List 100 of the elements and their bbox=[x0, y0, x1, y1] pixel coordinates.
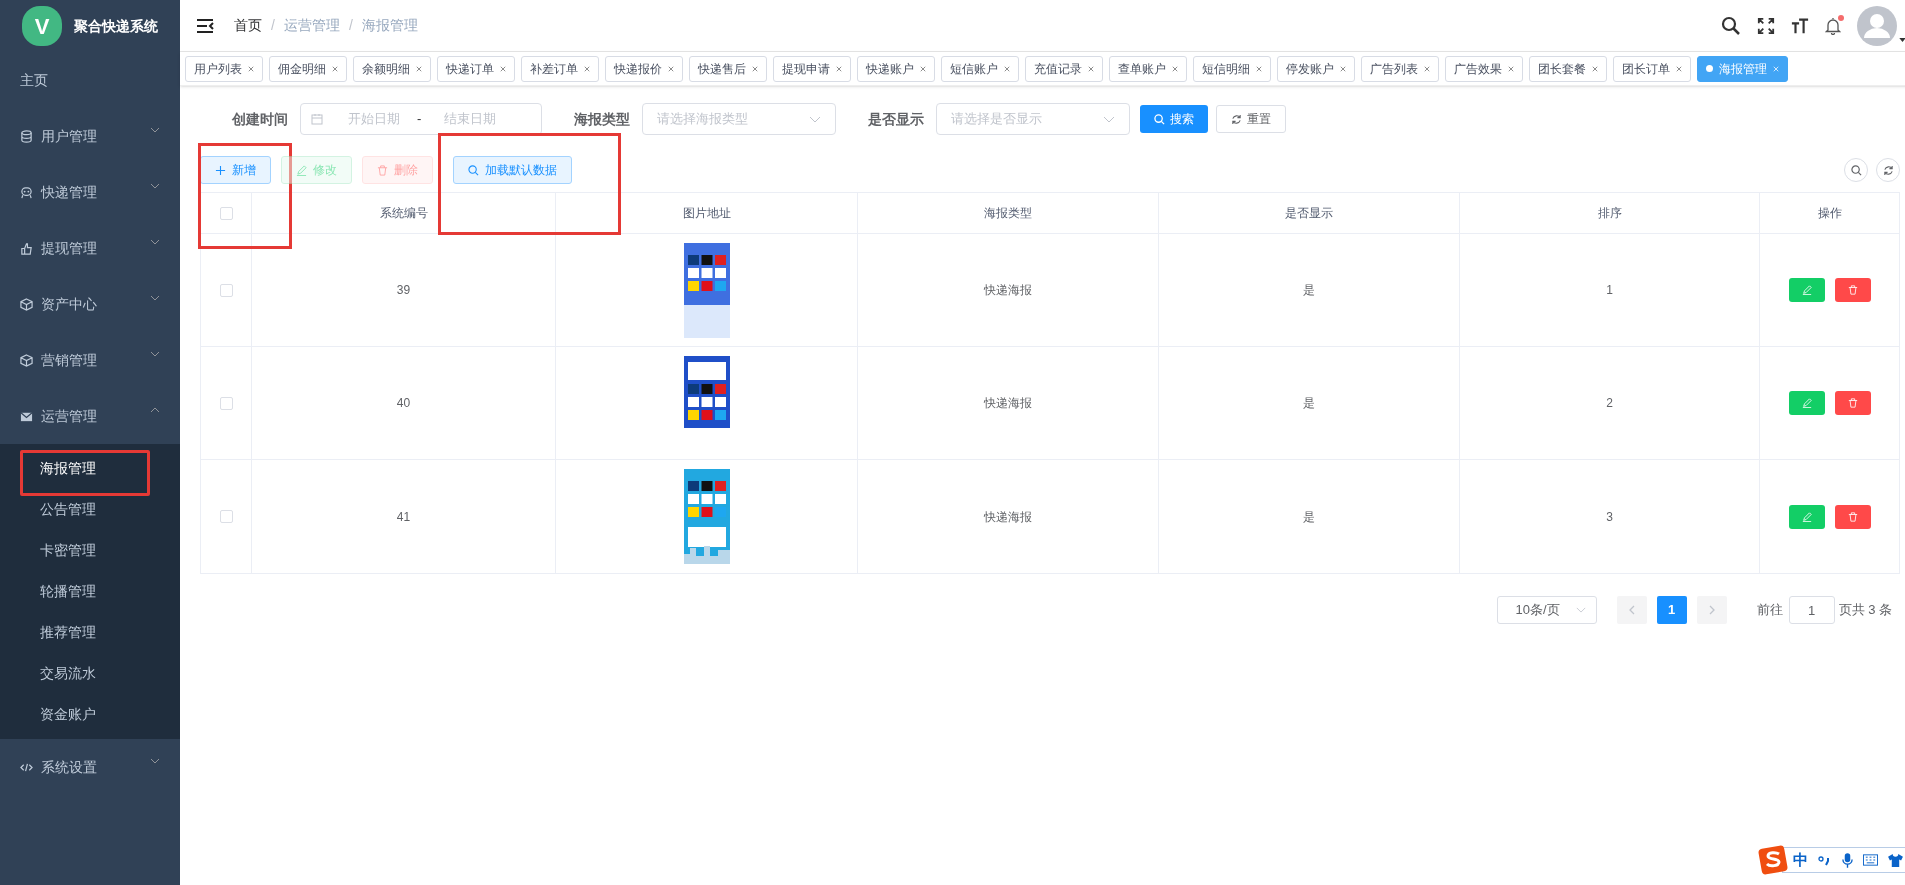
bell-icon[interactable] bbox=[1825, 16, 1841, 35]
sidebar-group[interactable]: 系统设置 bbox=[20, 739, 160, 795]
checkbox[interactable] bbox=[219, 206, 233, 220]
filter-label: 是否显示 bbox=[867, 109, 924, 129]
tab[interactable]: 补差订单 bbox=[521, 55, 599, 82]
menu-icon[interactable] bbox=[196, 17, 214, 34]
breadcrumb-item: 海报管理 bbox=[361, 16, 418, 35]
close-icon[interactable] bbox=[1676, 65, 1682, 72]
close-icon[interactable] bbox=[1508, 65, 1514, 72]
close-icon[interactable] bbox=[1256, 65, 1262, 72]
tab[interactable]: 佣金明细 bbox=[269, 55, 347, 82]
submenu-item[interactable]: 海报管理 bbox=[24, 450, 112, 487]
table-cell-text: 快递海报 bbox=[984, 282, 1032, 299]
tab[interactable]: 快递账户 bbox=[857, 55, 935, 82]
page-size-select[interactable]: 10条/页 bbox=[1496, 596, 1597, 624]
cube-icon bbox=[20, 297, 33, 311]
microphone-icon bbox=[1842, 852, 1853, 868]
checkbox[interactable] bbox=[219, 510, 233, 523]
total-label: 页共 3 条 bbox=[1838, 601, 1892, 620]
reset-button[interactable]: 重置 bbox=[1216, 105, 1286, 133]
punctuation-icon bbox=[1818, 854, 1832, 866]
tab[interactable]: 停发账户 bbox=[1277, 55, 1355, 82]
chevron-down-icon[interactable] bbox=[150, 351, 160, 357]
close-icon[interactable] bbox=[1340, 65, 1346, 72]
breadcrumb-item[interactable]: 首页 bbox=[234, 15, 262, 36]
checkbox[interactable] bbox=[219, 283, 233, 297]
tab[interactable]: 快递订单 bbox=[437, 55, 515, 82]
trash-icon bbox=[377, 164, 388, 176]
checkbox[interactable] bbox=[219, 396, 233, 410]
submenu-item[interactable]: 公告管理 bbox=[24, 491, 112, 528]
tab[interactable]: 余额明细 bbox=[353, 55, 431, 82]
trash-icon bbox=[1847, 511, 1858, 522]
font-size-icon[interactable] bbox=[1791, 16, 1809, 35]
edit-button[interactable] bbox=[1788, 391, 1825, 415]
delete-button[interactable] bbox=[1834, 391, 1871, 415]
chevron-down-icon[interactable] bbox=[150, 127, 160, 133]
submenu-item[interactable]: 轮播管理 bbox=[24, 573, 112, 610]
pencil-icon bbox=[296, 164, 307, 176]
fullscreen-icon[interactable] bbox=[1757, 16, 1775, 35]
table-cell-text: 3 bbox=[1606, 508, 1613, 526]
table-cell-text: 40 bbox=[396, 395, 411, 412]
chevron-down-icon[interactable] bbox=[150, 758, 160, 764]
sidebar-group[interactable]: 运营管理 bbox=[20, 388, 160, 444]
close-icon[interactable] bbox=[752, 65, 758, 72]
close-icon[interactable] bbox=[584, 65, 590, 72]
close-icon[interactable] bbox=[1172, 65, 1178, 72]
chevron-down-icon[interactable] bbox=[150, 239, 160, 245]
close-icon[interactable] bbox=[1424, 65, 1430, 72]
edit-button[interactable] bbox=[1788, 278, 1825, 302]
close-icon[interactable] bbox=[836, 65, 842, 72]
column-header: 海报类型 bbox=[984, 205, 1032, 222]
search-icon bbox=[1850, 164, 1862, 176]
column-header: 图片地址 bbox=[682, 205, 731, 222]
tab[interactable]: 广告效果 bbox=[1445, 55, 1523, 82]
submenu-item[interactable]: 交易流水 bbox=[24, 655, 112, 692]
date-range-field[interactable]: 开始日期 - 结束日期 bbox=[300, 103, 542, 135]
sidebar-item[interactable]: 主页 bbox=[0, 52, 180, 108]
page-input[interactable]: 1 bbox=[1788, 596, 1835, 624]
chevron-down-icon bbox=[1103, 115, 1115, 123]
tab[interactable]: 短信账户 bbox=[941, 55, 1019, 82]
close-icon[interactable] bbox=[668, 65, 674, 72]
sidebar-group[interactable]: 快递管理 bbox=[20, 164, 160, 220]
close-icon[interactable] bbox=[1088, 65, 1094, 72]
sidebar-group[interactable]: 资产中心 bbox=[20, 276, 160, 332]
keyboard-icon bbox=[1863, 854, 1878, 866]
close-icon[interactable] bbox=[920, 65, 926, 72]
sidebar-group[interactable]: 营销管理 bbox=[20, 332, 160, 388]
tab[interactable]: 团长订单 bbox=[1613, 55, 1691, 82]
close-icon[interactable] bbox=[248, 65, 254, 72]
refresh-icon bbox=[1882, 164, 1894, 176]
search-icon[interactable] bbox=[1721, 15, 1741, 36]
caret-icon[interactable] bbox=[1899, 37, 1905, 42]
close-icon[interactable] bbox=[1592, 65, 1598, 72]
chevron-down-icon[interactable] bbox=[150, 295, 160, 301]
delete-button[interactable] bbox=[1834, 504, 1871, 529]
tab[interactable]: 短信明细 bbox=[1193, 55, 1271, 82]
tab[interactable]: 快递售后 bbox=[689, 55, 767, 82]
close-icon[interactable] bbox=[416, 65, 422, 72]
submenu-item[interactable]: 资金账户 bbox=[24, 696, 112, 733]
chevron-up-icon[interactable] bbox=[150, 407, 160, 413]
close-icon[interactable] bbox=[500, 65, 506, 72]
mail-icon bbox=[20, 409, 33, 423]
tab[interactable]: 用户列表 bbox=[185, 55, 263, 82]
database-icon bbox=[20, 129, 33, 143]
tab[interactable]: 充值记录 bbox=[1025, 55, 1103, 82]
submenu-item[interactable]: 推荐管理 bbox=[24, 614, 112, 651]
tab[interactable]: 查单账户 bbox=[1109, 55, 1187, 82]
chevron-down-icon[interactable] bbox=[150, 183, 160, 189]
sidebar-group[interactable]: 提现管理 bbox=[20, 220, 160, 276]
tab[interactable]: 提现申请 bbox=[773, 55, 851, 82]
delete-button[interactable] bbox=[1834, 278, 1871, 302]
sidebar-group[interactable]: 用户管理 bbox=[20, 108, 160, 164]
close-icon[interactable] bbox=[332, 65, 338, 72]
tab[interactable]: 快递报价 bbox=[605, 55, 683, 82]
tab[interactable]: 团长套餐 bbox=[1529, 55, 1607, 82]
submenu-item[interactable]: 卡密管理 bbox=[24, 532, 112, 569]
tab[interactable]: 广告列表 bbox=[1361, 55, 1439, 82]
chevron-down-icon bbox=[809, 115, 821, 123]
close-icon[interactable] bbox=[1004, 65, 1010, 72]
edit-button[interactable] bbox=[1788, 504, 1825, 529]
